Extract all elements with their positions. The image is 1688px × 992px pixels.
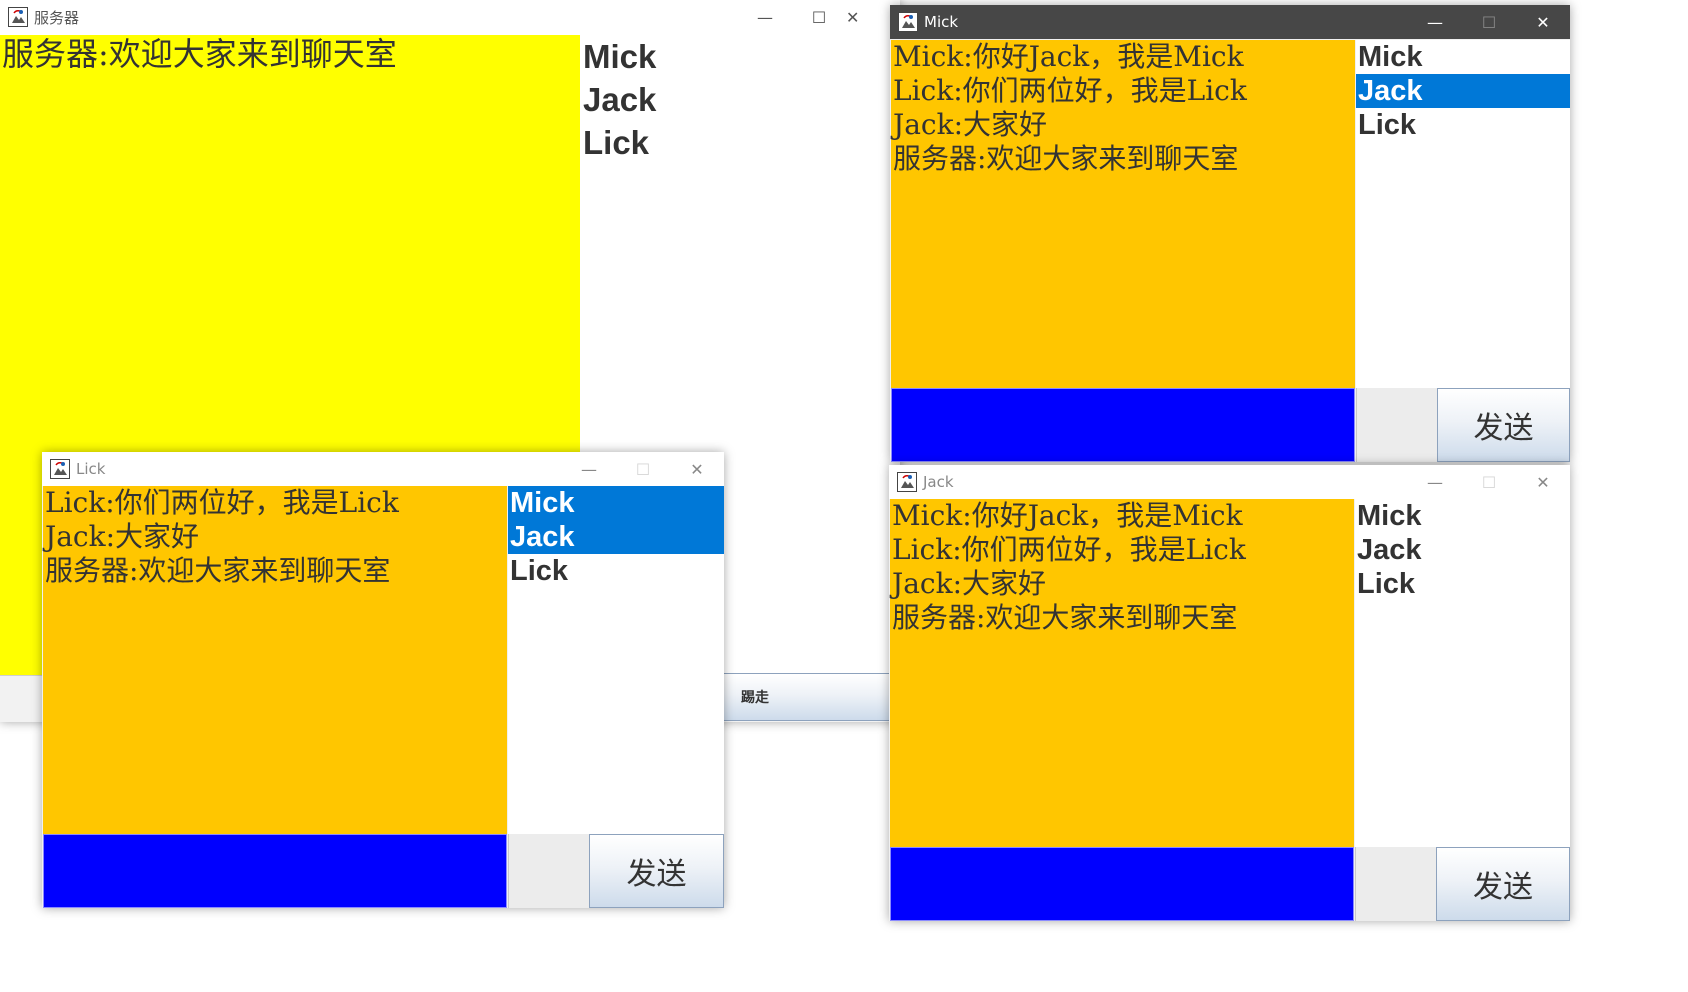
chat-message: Jack:大家好 — [893, 108, 1048, 141]
user-list-item[interactable]: Lick — [1356, 108, 1570, 142]
jack-send-button[interactable]: 发送 — [1436, 847, 1570, 921]
mick-send-button[interactable]: 发送 — [1437, 388, 1570, 462]
lick-user-list[interactable]: Mick Jack Lick — [508, 486, 724, 834]
chat-message: Jack:大家好 — [45, 520, 200, 553]
chat-message: Lick:你们两位好，我是Lick — [893, 74, 1247, 107]
close-icon[interactable]: ✕ — [1516, 465, 1570, 499]
lick-window: Lick — ☐ ✕ Lick:你们两位好，我是Lick Jack:大家好 服务… — [42, 452, 724, 908]
mick-window-title: Mick — [924, 13, 959, 31]
user-list-item[interactable]: Jack — [1355, 533, 1570, 567]
maximize-icon: ☐ — [635, 459, 651, 479]
chat-message: Lick:你们两位好，我是Lick — [45, 486, 399, 519]
chat-message: Jack:大家好 — [892, 567, 1047, 600]
mick-chat-area[interactable]: Mick:你好Jack，我是Mick Lick:你们两位好，我是Lick Jac… — [891, 40, 1355, 388]
user-list-item[interactable]: Jack — [581, 78, 900, 121]
jack-window-title: Jack — [923, 473, 954, 491]
user-list-item[interactable]: Lick — [1355, 567, 1570, 601]
mick-user-list[interactable]: Mick Jack Lick — [1356, 40, 1570, 388]
chat-message: 服务器:欢迎大家来到聊天室 — [2, 35, 397, 73]
user-list-item[interactable]: Mick — [1356, 40, 1570, 74]
jack-message-input[interactable] — [890, 847, 1354, 921]
user-list-item[interactable]: Mick — [1355, 499, 1570, 533]
lick-send-button[interactable]: 发送 — [589, 834, 724, 908]
close-icon[interactable]: ✕ — [1516, 5, 1570, 39]
user-list-item-selected[interactable]: Jack — [1356, 74, 1570, 108]
chat-message: Mick:你好Jack，我是Mick — [893, 40, 1244, 73]
user-list-item-selected[interactable]: Jack — [508, 520, 724, 554]
user-list-item[interactable]: Lick — [581, 121, 900, 164]
chat-message: 服务器:欢迎大家来到聊天室 — [893, 142, 1239, 175]
minimize-icon[interactable]: — — [738, 0, 792, 34]
send-button-label: 发送 — [626, 857, 687, 892]
send-button-label: 发送 — [1473, 870, 1533, 905]
close-icon[interactable]: ✕ — [670, 452, 724, 486]
mick-titlebar[interactable]: Mick — ☐ ✕ — [890, 5, 1570, 39]
java-cup-icon — [50, 459, 70, 479]
lick-message-input[interactable] — [43, 834, 507, 908]
jack-titlebar[interactable]: Jack — ☐ ✕ — [889, 465, 1570, 499]
java-cup-icon — [897, 472, 917, 492]
jack-chat-area[interactable]: Mick:你好Jack，我是Mick Lick:你们两位好，我是Lick Jac… — [890, 499, 1354, 847]
kick-button[interactable]: 踢走 — [722, 673, 900, 721]
maximize-icon: ☐ — [1481, 12, 1497, 32]
maximize-icon[interactable]: ☐ — [792, 0, 846, 34]
jack-user-list[interactable]: Mick Jack Lick — [1355, 499, 1570, 847]
spacer-panel — [1355, 847, 1437, 921]
jack-window: Jack — ☐ ✕ Mick:你好Jack，我是Mick Lick:你们两位好… — [889, 465, 1570, 921]
chat-message: Mick:你好Jack，我是Mick — [892, 499, 1243, 532]
chat-message: 服务器:欢迎大家来到聊天室 — [45, 554, 391, 587]
lick-window-title: Lick — [76, 460, 106, 478]
minimize-icon[interactable]: — — [1408, 5, 1462, 39]
java-cup-icon — [8, 7, 28, 27]
spacer-panel — [1356, 388, 1438, 462]
mick-message-input[interactable] — [891, 388, 1355, 462]
user-list-item[interactable]: Mick — [581, 35, 900, 78]
send-button-label: 发送 — [1473, 411, 1534, 446]
lick-titlebar[interactable]: Lick — ☐ ✕ — [42, 452, 724, 486]
kick-button-label: 踢走 — [741, 690, 769, 706]
chat-message: Lick:你们两位好，我是Lick — [892, 533, 1246, 566]
minimize-icon[interactable]: — — [1408, 465, 1462, 499]
chat-message: 服务器:欢迎大家来到聊天室 — [892, 601, 1238, 634]
lick-chat-area[interactable]: Lick:你们两位好，我是Lick Jack:大家好 服务器:欢迎大家来到聊天室 — [43, 486, 507, 834]
mick-window: Mick — ☐ ✕ Mick:你好Jack，我是Mick Lick:你们两位好… — [890, 5, 1570, 462]
server-titlebar[interactable]: 服务器 — ☐ ✕ — [0, 0, 900, 34]
server-window-title: 服务器 — [34, 8, 80, 27]
user-list-item[interactable]: Lick — [508, 554, 724, 588]
user-list-item-selected[interactable]: Mick — [508, 486, 724, 520]
java-cup-icon — [898, 12, 918, 32]
maximize-icon: ☐ — [1481, 472, 1497, 492]
spacer-panel — [508, 834, 590, 908]
minimize-icon[interactable]: — — [562, 452, 616, 486]
